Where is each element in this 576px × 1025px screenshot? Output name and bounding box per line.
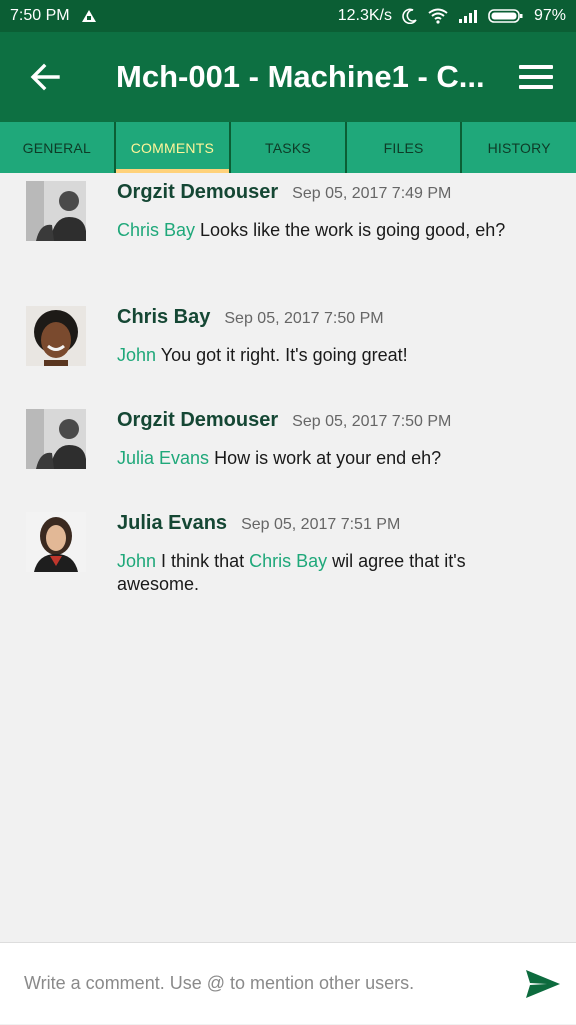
comment-body: Chris Bay Looks like the work is going g… (117, 219, 547, 242)
back-arrow-icon (30, 63, 60, 91)
comment-body: John I think that Chris Bay wil agree th… (117, 550, 547, 596)
avatar-image (26, 306, 86, 366)
tab-files[interactable]: FILES (347, 122, 463, 173)
author-name[interactable]: Chris Bay (117, 306, 210, 328)
send-button[interactable] (510, 943, 576, 1025)
hamburger-menu-icon (519, 65, 553, 89)
comment-item: Orgzit Demouser Sep 05, 2017 7:50 PM Juli… (0, 401, 576, 501)
comment-body: John You got it right. It's going great! (117, 344, 547, 367)
status-left: 7:50 PM (10, 7, 98, 25)
comment-author: Orgzit Demouser Sep 05, 2017 7:49 PM (117, 181, 451, 204)
battery-level: 97% (533, 7, 566, 24)
wifi-icon (428, 8, 448, 24)
status-right: 12.3K/s 97% (338, 7, 566, 25)
comment-author: Julia Evans Sep 05, 2017 7:51 PM (117, 512, 400, 535)
network-speed: 12.3K/s (337, 7, 392, 24)
moon-icon (402, 8, 417, 24)
avatar (26, 306, 86, 366)
comment-input[interactable] (0, 952, 510, 1015)
author-name[interactable]: Orgzit Demouser (117, 409, 278, 431)
avatar (26, 409, 86, 469)
comment-time: Sep 05, 2017 7:50 PM (224, 310, 384, 327)
mention-link[interactable]: Chris Bay (249, 551, 327, 571)
comment-text: Looks like the work is going good, eh? (195, 220, 506, 240)
avatar-image (26, 512, 86, 572)
menu-button[interactable] (496, 32, 576, 122)
avatar-image (26, 409, 86, 469)
send-icon (526, 969, 560, 998)
signal-icon (458, 10, 477, 23)
comment-author: Chris Bay Sep 05, 2017 7:50 PM (117, 306, 384, 329)
mention-link[interactable]: Julia Evans (117, 448, 209, 468)
comment-author: Orgzit Demouser Sep 05, 2017 7:50 PM (117, 409, 451, 432)
author-name[interactable]: Julia Evans (117, 512, 227, 534)
tab-comments[interactable]: COMMENTS (115, 122, 232, 173)
back-button[interactable] (0, 32, 90, 122)
comment-text: How is work at your end eh? (209, 448, 442, 468)
tab-history[interactable]: HISTORY (462, 122, 576, 173)
battery-icon (488, 9, 523, 23)
comment-time: Sep 05, 2017 7:50 PM (292, 413, 452, 430)
avatar (26, 181, 86, 241)
comment-text: You got it right. It's going great! (156, 345, 408, 365)
comment-time: Sep 05, 2017 7:51 PM (241, 516, 401, 533)
comment-text: I think that (156, 551, 250, 571)
comment-list[interactable]: Orgzit Demouser Sep 05, 2017 7:49 PM Chri… (0, 173, 576, 933)
mention-link[interactable]: Chris Bay (117, 220, 195, 240)
comment-time: Sep 05, 2017 7:49 PM (292, 185, 452, 202)
avatar-image (26, 181, 86, 241)
status-bar: 7:50 PM 12.3K/s 97% (0, 0, 576, 32)
tab-bar: GENERAL COMMENTS TASKS FILES HISTORY (0, 122, 576, 173)
comment-body: Julia Evans How is work at your end eh? (117, 447, 547, 470)
status-time: 7:50 PM (10, 7, 70, 24)
author-name[interactable]: Orgzit Demouser (117, 181, 278, 203)
tab-tasks[interactable]: TASKS (231, 122, 347, 173)
mention-link[interactable]: John (117, 345, 156, 365)
mention-link[interactable]: John (117, 551, 156, 571)
page-title: Mch-001 - Machine1 - C... (116, 59, 485, 94)
notification-icon (81, 10, 96, 22)
avatar (26, 512, 86, 572)
comment-item: Julia Evans Sep 05, 2017 7:51 PM John I t… (0, 504, 576, 624)
tab-general[interactable]: GENERAL (0, 122, 116, 173)
comment-item: Orgzit Demouser Sep 05, 2017 7:49 PM Chri… (0, 173, 576, 283)
comment-item: Chris Bay Sep 05, 2017 7:50 PM John You g… (0, 298, 576, 398)
app-bar: Mch-001 - Machine1 - C... (0, 32, 576, 122)
comment-composer (0, 942, 576, 1024)
